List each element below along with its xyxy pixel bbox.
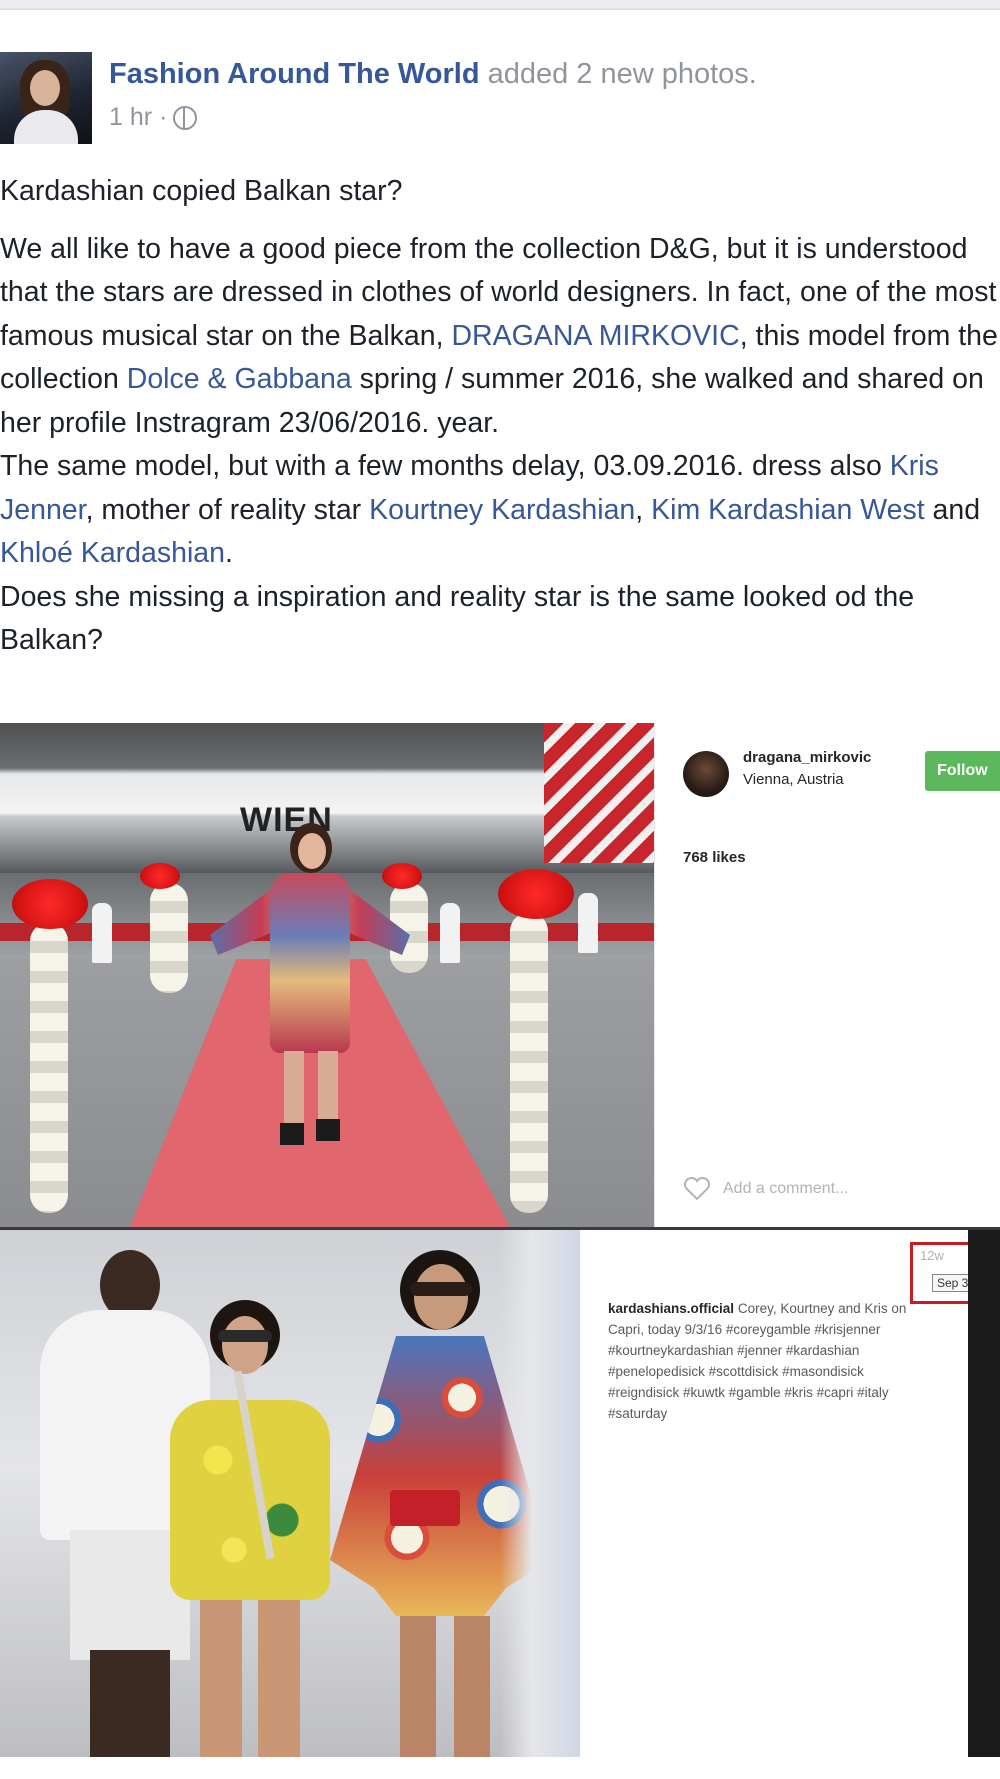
post-paragraph-1: We all like to have a good piece from th… [0, 232, 998, 439]
globe-icon[interactable] [173, 105, 198, 130]
page-name-link[interactable]: Fashion Around The World [109, 58, 480, 90]
post-header: Fashion Around The World added 2 new pho… [0, 52, 1000, 144]
instagram-caption: kardashians.official Corey, Kourtney and… [608, 1298, 938, 1424]
mention-dragana-mirkovic[interactable]: DRAGANA MIRKOVIC [451, 320, 739, 352]
page-avatar[interactable] [0, 52, 92, 144]
likes-count[interactable]: 768 likes [683, 849, 746, 866]
instagram-location[interactable]: Vienna, Austria [743, 771, 844, 788]
mention-dolce-gabbana[interactable]: Dolce & Gabbana [127, 363, 352, 395]
feed-top-border [0, 0, 1000, 10]
instagram-username-2[interactable]: kardashians.official [608, 1301, 734, 1316]
photo-kardashians-capri[interactable] [0, 1230, 580, 1757]
follow-button[interactable]: Follow [925, 751, 1000, 791]
post-headline: Kardashian copied Balkan star? [0, 175, 403, 207]
instagram-panel-kardashians: kardashians.official Corey, Kourtney and… [580, 1230, 1000, 1757]
photo-edge-dark [968, 1230, 1000, 1757]
post-meta: 1 hr · [109, 103, 198, 132]
post-timestamp[interactable]: 1 hr · [109, 103, 167, 132]
post-paragraph-2: The same model, but with a few months de… [0, 450, 981, 569]
photo-grid: WIEN dragana_mirkovic Vienna, Austria Fo… [0, 723, 1000, 1757]
instagram-username[interactable]: dragana_mirkovic [743, 749, 871, 766]
post-action-text: added 2 new photos. [487, 58, 757, 90]
post-body: Kardashian copied Balkan star? We all li… [0, 170, 1000, 663]
post-age: 12w [920, 1248, 944, 1263]
add-comment-input[interactable]: Add a comment... [723, 1180, 848, 1198]
instagram-avatar[interactable] [683, 751, 729, 797]
comment-row: Add a comment... [683, 1176, 848, 1201]
post-title-row: Fashion Around The World added 2 new pho… [109, 58, 757, 91]
instagram-panel-dragana: dragana_mirkovic Vienna, Austria Follow … [654, 723, 1000, 1227]
mention-khloe-kardashian[interactable]: Khloé Kardashian [0, 537, 225, 569]
photo-dragana-red-carpet[interactable]: WIEN [0, 723, 654, 1227]
mention-kourtney-kardashian[interactable]: Kourtney Kardashian [369, 494, 635, 526]
mention-kim-kardashian-west[interactable]: Kim Kardashian West [651, 494, 925, 526]
heart-icon[interactable] [683, 1176, 711, 1201]
post-paragraph-3: Does she missing a inspiration and reali… [0, 580, 915, 657]
